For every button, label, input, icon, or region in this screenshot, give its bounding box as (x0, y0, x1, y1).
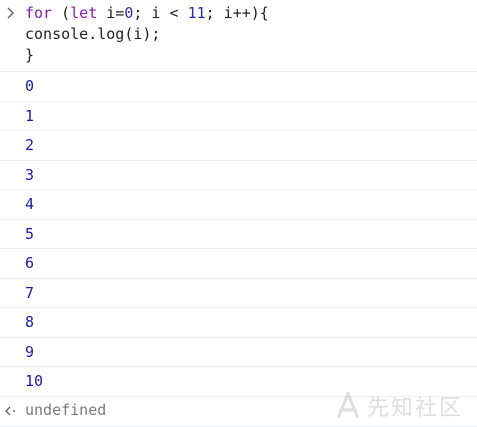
log-value: 6 (25, 254, 35, 272)
code-token: ; i++){ (205, 4, 269, 22)
log-value: 1 (25, 106, 35, 125)
console-log-row: 5 (0, 220, 477, 249)
result-value: undefined (25, 400, 107, 419)
code-line: for (let i=0; i < 11; i++){ (25, 3, 269, 24)
console-input-entry[interactable]: for (let i=0; i < 11; i++){console.log(i… (0, 0, 477, 72)
console-log-row: 7 (0, 279, 477, 308)
console-log-row: 9 (0, 338, 477, 367)
console-log-row: 0 (0, 72, 477, 102)
code-token: 11 (187, 4, 206, 22)
log-value: 3 (25, 165, 35, 184)
console-log-row: 6 (0, 249, 477, 279)
code-line: console.log(i); (25, 24, 269, 45)
console-log-row: 3 (0, 161, 477, 190)
code-token: ; i < (133, 4, 188, 22)
console-log-row: 4 (0, 190, 477, 220)
log-value: 2 (25, 136, 35, 154)
log-value: 9 (25, 342, 35, 361)
code-token: console.log(i); (25, 25, 161, 43)
console-log-row: 2 (0, 131, 477, 161)
log-value: 8 (25, 313, 35, 331)
prompt-chevron-icon (7, 7, 14, 19)
console-log-row: 8 (0, 308, 477, 338)
log-value: 4 (25, 195, 35, 213)
log-value: 0 (25, 77, 35, 95)
log-value: 7 (25, 283, 35, 302)
code-token: ( (52, 4, 71, 22)
log-value: 5 (25, 224, 35, 243)
code-input[interactable]: for (let i=0; i < 11; i++){console.log(i… (25, 3, 269, 66)
console-panel: for (let i=0; i < 11; i++){console.log(i… (0, 0, 477, 427)
code-line: } (25, 45, 269, 66)
console-output-list: 0 1 2 3 4 5 6 7 8 9 10 (0, 72, 477, 397)
code-token: let (70, 4, 98, 22)
log-value: 10 (25, 372, 44, 390)
code-token: i= (97, 4, 125, 22)
console-log-row: 10 (0, 367, 477, 397)
code-token: for (25, 4, 53, 22)
console-result-row: undefined (0, 397, 477, 427)
console-log-row: 1 (0, 102, 477, 131)
return-arrow-icon (5, 406, 15, 415)
code-token: } (25, 46, 35, 64)
